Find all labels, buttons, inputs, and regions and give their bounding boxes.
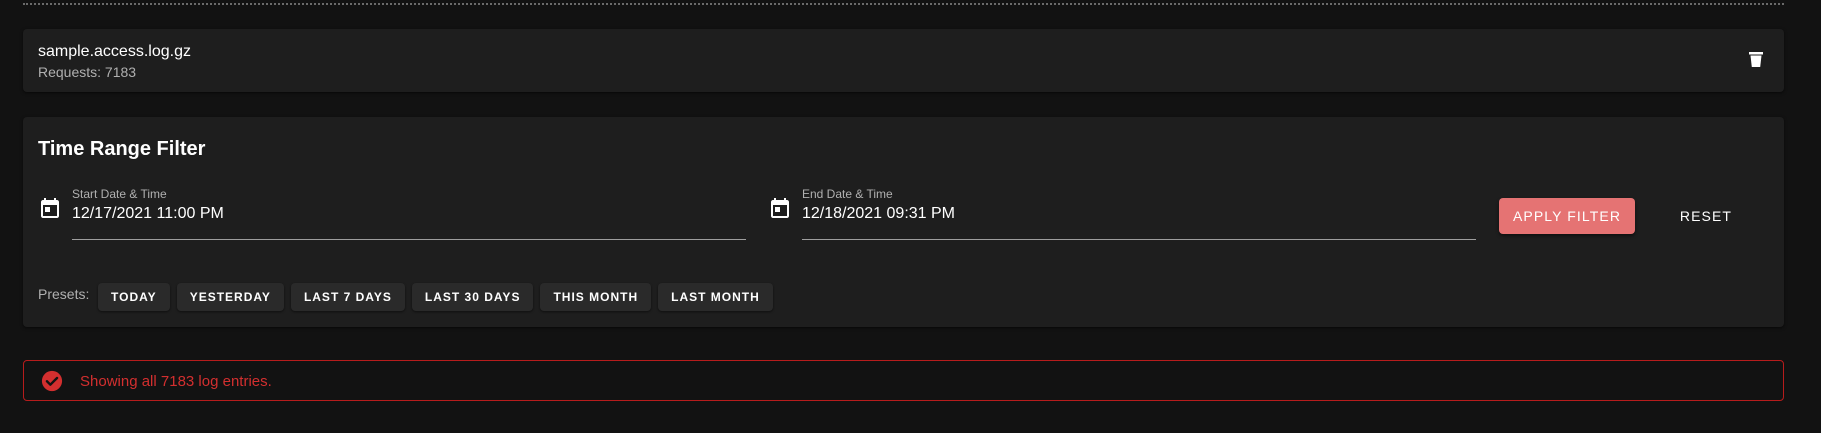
alert-message: Showing all 7183 log entries. <box>80 373 272 390</box>
start-datetime-input[interactable] <box>72 201 746 227</box>
preset-this-month-button[interactable]: THIS MONTH <box>540 283 652 311</box>
preset-today-button[interactable]: TODAY <box>98 283 170 311</box>
file-name: sample.access.log.gz <box>38 43 191 60</box>
start-datetime-label: Start Date & Time <box>72 187 167 201</box>
time-range-filter-card: Time Range Filter Start Date & Time End … <box>23 117 1784 327</box>
file-requests-count: Requests: 7183 <box>38 64 137 80</box>
calendar-icon <box>771 198 789 218</box>
start-datetime-field[interactable]: Start Date & Time <box>72 187 746 240</box>
check-circle-icon <box>41 370 63 392</box>
reset-button[interactable]: RESET <box>1666 198 1746 234</box>
status-alert: Showing all 7183 log entries. <box>23 360 1784 401</box>
end-datetime-label: End Date & Time <box>802 187 893 201</box>
delete-file-button[interactable] <box>1740 43 1772 75</box>
calendar-icon <box>41 198 59 218</box>
presets-group: TODAY YESTERDAY LAST 7 DAYS LAST 30 DAYS… <box>98 283 773 311</box>
preset-last-30-days-button[interactable]: LAST 30 DAYS <box>411 283 534 311</box>
filter-title: Time Range Filter <box>38 138 206 160</box>
preset-yesterday-button[interactable]: YESTERDAY <box>176 283 284 311</box>
end-datetime-input[interactable] <box>802 201 1476 227</box>
preset-last-7-days-button[interactable]: LAST 7 DAYS <box>290 283 405 311</box>
end-datetime-field[interactable]: End Date & Time <box>802 187 1476 240</box>
trash-icon <box>1749 52 1763 67</box>
upload-dropzone-border <box>23 0 1784 5</box>
file-card: sample.access.log.gz Requests: 7183 <box>23 29 1784 92</box>
preset-last-month-button[interactable]: LAST MONTH <box>658 283 773 311</box>
presets-label: Presets: <box>38 286 90 302</box>
apply-filter-button[interactable]: APPLY FILTER <box>1499 198 1635 234</box>
